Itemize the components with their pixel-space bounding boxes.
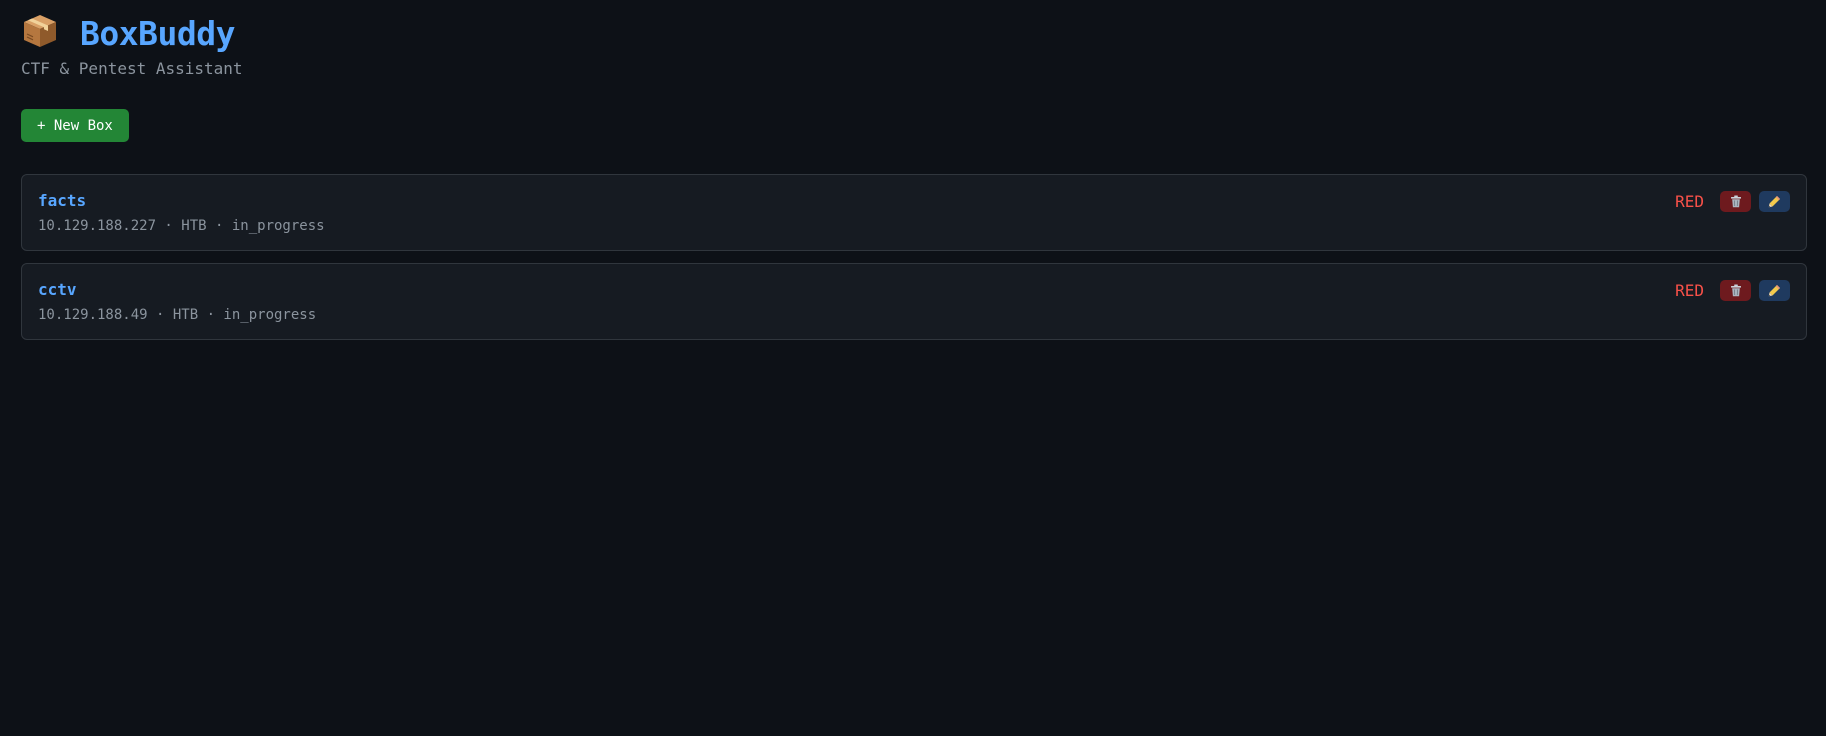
app-subtitle: CTF & Pentest Assistant xyxy=(21,59,243,78)
box-name[interactable]: cctv xyxy=(38,280,1790,300)
box-card[interactable]: facts 10.129.188.227 · HTB · in_progress… xyxy=(21,174,1807,251)
new-box-button[interactable]: + New Box xyxy=(21,109,129,142)
team-badge: RED xyxy=(1675,280,1704,300)
header: BoxBuddy xyxy=(21,0,1805,66)
box-meta: 10.129.188.49 · HTB · in_progress xyxy=(38,307,317,323)
box-list: facts 10.129.188.227 · HTB · in_progress… xyxy=(21,174,1807,340)
trash-icon xyxy=(1730,284,1742,297)
box-actions: RED xyxy=(1675,280,1790,301)
pencil-icon xyxy=(1768,195,1781,208)
edit-box-button[interactable] xyxy=(1759,191,1790,212)
edit-box-button[interactable] xyxy=(1759,280,1790,301)
trash-icon xyxy=(1730,195,1742,208)
pencil-icon xyxy=(1768,284,1781,297)
box-actions: RED xyxy=(1675,191,1790,212)
box-name[interactable]: facts xyxy=(38,191,1790,211)
delete-box-button[interactable] xyxy=(1720,191,1751,212)
app-title: BoxBuddy xyxy=(80,13,235,53)
team-badge: RED xyxy=(1675,191,1704,211)
delete-box-button[interactable] xyxy=(1720,280,1751,301)
package-icon xyxy=(21,12,59,50)
box-card[interactable]: cctv 10.129.188.49 · HTB · in_progress R… xyxy=(21,263,1807,340)
box-meta: 10.129.188.227 · HTB · in_progress xyxy=(38,218,325,234)
app-root: BoxBuddy CTF & Pentest Assistant + New B… xyxy=(0,0,1826,736)
